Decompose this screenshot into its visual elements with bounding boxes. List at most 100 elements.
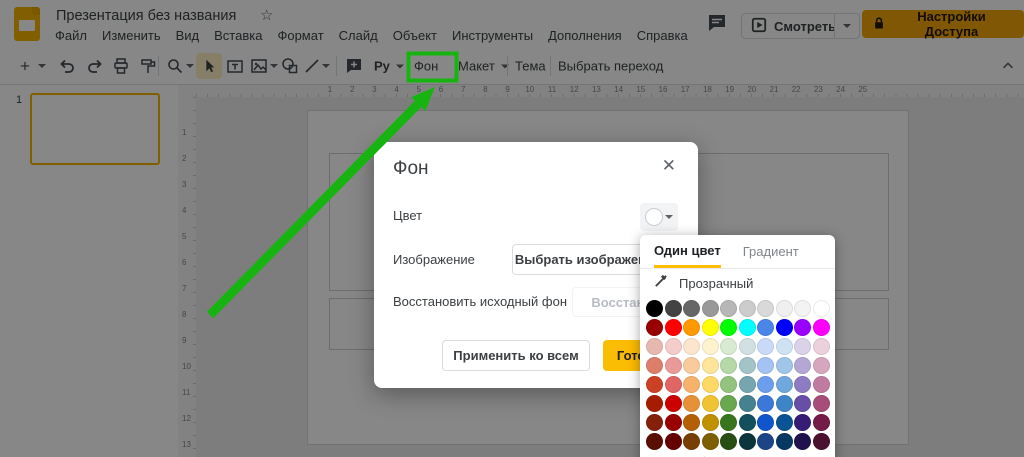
color-swatch[interactable] bbox=[646, 300, 663, 317]
color-swatch[interactable] bbox=[757, 338, 774, 355]
color-swatch[interactable] bbox=[813, 300, 830, 317]
color-swatch[interactable] bbox=[720, 414, 737, 431]
google-slides-window: Презентация без названия ☆ ФайлИзменитьВ… bbox=[0, 0, 1024, 457]
color-swatch[interactable] bbox=[665, 376, 682, 393]
color-swatch[interactable] bbox=[702, 338, 719, 355]
color-swatch[interactable] bbox=[739, 319, 756, 336]
color-swatch[interactable] bbox=[683, 300, 700, 317]
color-swatch[interactable] bbox=[702, 357, 719, 374]
color-swatch[interactable] bbox=[757, 395, 774, 412]
color-swatch[interactable] bbox=[739, 357, 756, 374]
color-swatch[interactable] bbox=[813, 414, 830, 431]
color-grid bbox=[640, 297, 835, 450]
color-swatch[interactable] bbox=[739, 376, 756, 393]
color-swatch[interactable] bbox=[757, 414, 774, 431]
color-swatch[interactable] bbox=[720, 395, 737, 412]
tab-gradient[interactable]: Градиент bbox=[743, 235, 799, 268]
color-swatch[interactable] bbox=[739, 433, 756, 450]
color-grid-row bbox=[646, 300, 830, 317]
tab-solid-color[interactable]: Один цвет bbox=[654, 235, 721, 268]
color-swatch[interactable] bbox=[646, 414, 663, 431]
color-swatch[interactable] bbox=[665, 357, 682, 374]
color-swatch[interactable] bbox=[683, 433, 700, 450]
color-swatch[interactable] bbox=[683, 357, 700, 374]
color-swatch[interactable] bbox=[794, 357, 811, 374]
color-swatch[interactable] bbox=[739, 395, 756, 412]
color-swatch[interactable] bbox=[794, 395, 811, 412]
color-swatch[interactable] bbox=[665, 414, 682, 431]
color-grid-row bbox=[646, 376, 830, 393]
color-swatch[interactable] bbox=[776, 395, 793, 412]
color-swatch[interactable] bbox=[665, 319, 682, 336]
color-swatch[interactable] bbox=[757, 300, 774, 317]
color-swatch[interactable] bbox=[739, 338, 756, 355]
color-swatch[interactable] bbox=[813, 357, 830, 374]
color-swatch[interactable] bbox=[813, 433, 830, 450]
color-swatch[interactable] bbox=[794, 376, 811, 393]
color-swatch[interactable] bbox=[683, 338, 700, 355]
color-swatch[interactable] bbox=[757, 319, 774, 336]
color-swatch[interactable] bbox=[702, 395, 719, 412]
color-swatch[interactable] bbox=[646, 433, 663, 450]
color-swatch[interactable] bbox=[646, 376, 663, 393]
color-swatch[interactable] bbox=[646, 319, 663, 336]
color-swatch[interactable] bbox=[702, 319, 719, 336]
color-swatch[interactable] bbox=[776, 300, 793, 317]
color-swatch[interactable] bbox=[720, 357, 737, 374]
color-swatch[interactable] bbox=[665, 338, 682, 355]
apply-to-all-button[interactable]: Применить ко всем bbox=[442, 340, 590, 371]
color-swatch[interactable] bbox=[702, 414, 719, 431]
color-swatch[interactable] bbox=[665, 433, 682, 450]
color-swatch[interactable] bbox=[720, 319, 737, 336]
color-swatch[interactable] bbox=[757, 433, 774, 450]
color-swatch[interactable] bbox=[665, 300, 682, 317]
color-swatch[interactable] bbox=[720, 338, 737, 355]
color-swatch[interactable] bbox=[757, 376, 774, 393]
dialog-title: Фон bbox=[393, 158, 429, 180]
color-swatch[interactable] bbox=[794, 338, 811, 355]
color-swatch[interactable] bbox=[776, 319, 793, 336]
color-swatch[interactable] bbox=[720, 376, 737, 393]
color-swatch[interactable] bbox=[813, 319, 830, 336]
color-row-label: Цвет bbox=[393, 208, 422, 223]
color-swatch[interactable] bbox=[739, 414, 756, 431]
color-swatch[interactable] bbox=[702, 376, 719, 393]
color-swatch[interactable] bbox=[665, 395, 682, 412]
color-swatch[interactable] bbox=[646, 338, 663, 355]
color-swatch[interactable] bbox=[683, 414, 700, 431]
color-swatch[interactable] bbox=[683, 376, 700, 393]
color-swatch[interactable] bbox=[794, 300, 811, 317]
current-color-swatch bbox=[645, 208, 663, 226]
color-grid-row bbox=[646, 338, 830, 355]
color-swatch[interactable] bbox=[776, 376, 793, 393]
color-swatch[interactable] bbox=[702, 433, 719, 450]
color-swatch[interactable] bbox=[813, 376, 830, 393]
color-swatch[interactable] bbox=[720, 433, 737, 450]
color-swatch[interactable] bbox=[776, 414, 793, 431]
color-swatch[interactable] bbox=[739, 300, 756, 317]
color-swatch[interactable] bbox=[757, 357, 774, 374]
color-swatch[interactable] bbox=[702, 300, 719, 317]
color-swatch[interactable] bbox=[720, 300, 737, 317]
color-swatch[interactable] bbox=[776, 433, 793, 450]
color-swatch[interactable] bbox=[794, 414, 811, 431]
color-swatch[interactable] bbox=[813, 338, 830, 355]
color-swatch[interactable] bbox=[794, 433, 811, 450]
color-swatch[interactable] bbox=[683, 319, 700, 336]
color-grid-row bbox=[646, 433, 830, 450]
image-row-label: Изображение bbox=[393, 252, 475, 267]
color-grid-row bbox=[646, 395, 830, 412]
color-picker-popup: Один цвет Градиент Прозрачный ТЕМА bbox=[640, 235, 835, 457]
color-swatch[interactable] bbox=[776, 338, 793, 355]
color-swatch[interactable] bbox=[683, 395, 700, 412]
color-swatch[interactable] bbox=[646, 357, 663, 374]
transparent-option[interactable]: Прозрачный bbox=[640, 269, 835, 297]
color-swatch[interactable] bbox=[794, 319, 811, 336]
color-dropdown[interactable] bbox=[640, 203, 678, 231]
theme-section[interactable]: ТЕМА bbox=[640, 452, 835, 457]
transparent-label: Прозрачный bbox=[679, 276, 753, 291]
color-swatch[interactable] bbox=[646, 395, 663, 412]
color-swatch[interactable] bbox=[813, 395, 830, 412]
color-swatch[interactable] bbox=[776, 357, 793, 374]
close-icon[interactable]: ✕ bbox=[662, 156, 676, 176]
